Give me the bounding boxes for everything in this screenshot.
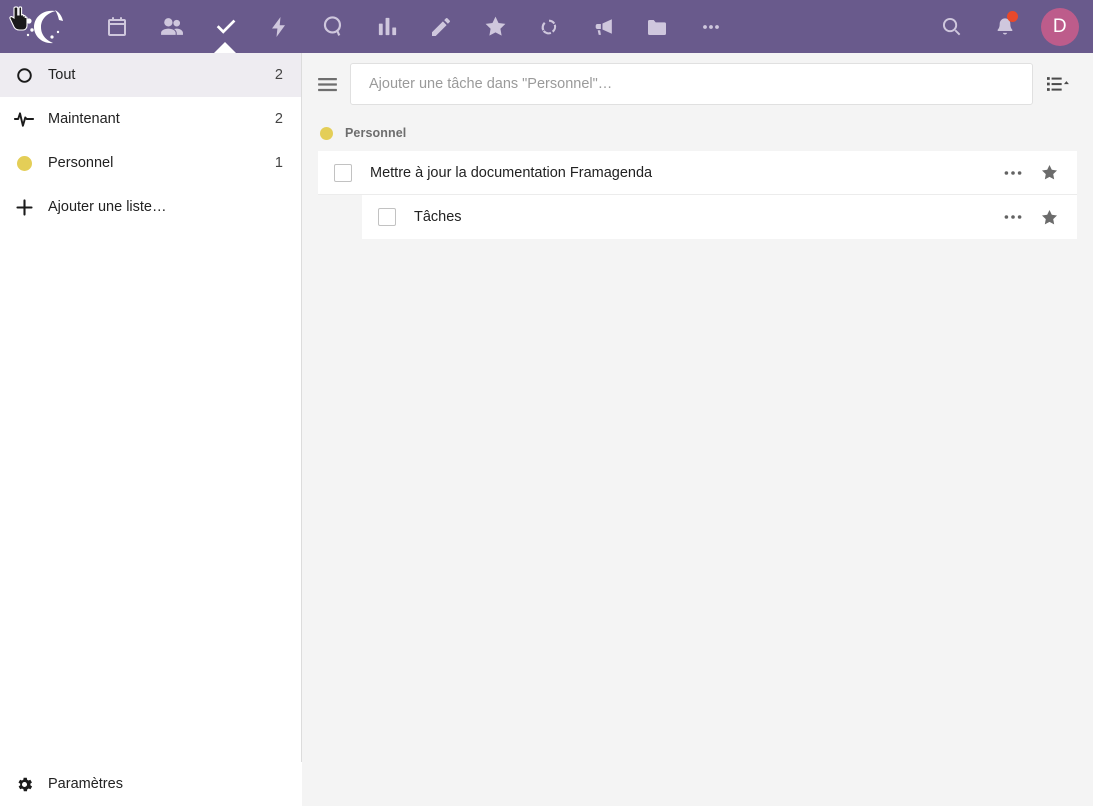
star-icon <box>1041 209 1057 224</box>
app-body: Tout 2 Maintenant 2 Personnel 1 Ajouter … <box>0 53 1093 806</box>
chart-bars-icon <box>378 17 396 36</box>
task-star-button[interactable] <box>1031 155 1067 191</box>
contacts-icon <box>160 18 183 35</box>
add-task-input[interactable] <box>350 63 1033 105</box>
table-row[interactable]: Tâches <box>362 195 1077 239</box>
nav-item-announcements[interactable] <box>576 0 630 53</box>
nav-item-calendar[interactable] <box>90 0 144 53</box>
star-icon <box>1041 164 1057 180</box>
nav-item-favorites[interactable] <box>468 0 522 53</box>
hamburger-icon <box>317 77 337 91</box>
sort-list-ascending-icon <box>1047 77 1069 91</box>
task-star-button[interactable] <box>1031 199 1067 235</box>
sidebar-item-all[interactable]: Tout 2 <box>0 53 301 97</box>
user-avatar[interactable]: D <box>1041 7 1079 46</box>
check-icon <box>216 19 235 34</box>
gear-icon <box>0 775 48 794</box>
sidebar-item-now[interactable]: Maintenant 2 <box>0 97 301 141</box>
menu-toggle-button[interactable] <box>310 67 344 101</box>
sidebar-item-count: 2 <box>274 111 283 127</box>
sort-button[interactable] <box>1037 67 1079 101</box>
nav-item-tasks[interactable] <box>198 0 252 53</box>
nav-items <box>90 0 738 53</box>
sidebar-item-settings[interactable]: Paramètres <box>0 762 302 806</box>
task-title: Tâches <box>414 209 462 225</box>
sidebar-item-personnel[interactable]: Personnel 1 <box>0 141 301 185</box>
activity-bolt-icon <box>272 16 285 37</box>
sidebar-item-add-list[interactable]: Ajouter une liste… <box>0 185 301 229</box>
main-content: Personnel Mettre à jour la documentation… <box>302 53 1093 806</box>
task-actions <box>995 199 1077 235</box>
sync-icon <box>541 19 557 34</box>
add-task-bar <box>302 53 1093 115</box>
sidebar-item-label: Maintenant <box>48 111 120 127</box>
nav-item-files[interactable] <box>630 0 684 53</box>
topbar-right-group: D <box>924 0 1093 53</box>
sidebar-item-label: Paramètres <box>48 776 123 792</box>
task-menu-button[interactable] <box>995 155 1031 191</box>
sidebar-item-count: 2 <box>274 67 283 83</box>
notifications-button[interactable] <box>978 0 1032 53</box>
ellipsis-icon <box>1004 215 1022 219</box>
nav-item-stats[interactable] <box>360 0 414 53</box>
task-title: Mettre à jour la documentation Framagend… <box>370 164 653 181</box>
sidebar-item-count: 1 <box>274 155 283 171</box>
group-title: Personnel <box>345 126 407 140</box>
sidebar-item-label: Tout <box>48 67 76 83</box>
star-icon <box>485 16 505 36</box>
task-group-header: Personnel <box>302 115 1093 151</box>
search-icon <box>942 17 960 36</box>
nav-item-sync[interactable] <box>522 0 576 53</box>
top-navigation-bar: D <box>0 0 1093 53</box>
circle-outline-icon <box>0 67 48 84</box>
sidebar: Tout 2 Maintenant 2 Personnel 1 Ajouter … <box>0 53 302 806</box>
plus-icon <box>0 198 48 217</box>
nav-item-notes[interactable] <box>414 0 468 53</box>
group-color-dot-icon <box>320 126 333 140</box>
list-color-dot-icon <box>0 155 48 171</box>
framasoft-logo-icon <box>26 9 63 43</box>
topbar-left-group <box>0 0 738 53</box>
nav-item-search-circle[interactable] <box>306 0 360 53</box>
calendar-icon <box>108 16 126 36</box>
ellipsis-icon <box>703 24 719 29</box>
search-button[interactable] <box>924 0 978 53</box>
pulse-icon <box>0 110 48 128</box>
nav-item-more[interactable] <box>684 0 738 53</box>
task-checkbox[interactable] <box>378 208 396 226</box>
folder-icon <box>648 19 666 35</box>
sidebar-list: Tout 2 Maintenant 2 Personnel 1 Ajouter … <box>0 53 301 229</box>
task-checkbox[interactable] <box>334 163 352 182</box>
app-logo[interactable] <box>0 0 90 53</box>
ellipsis-icon <box>1004 170 1022 175</box>
megaphone-icon <box>595 19 612 35</box>
pencil-icon <box>432 17 450 36</box>
notification-badge <box>1007 11 1018 22</box>
nav-item-contacts[interactable] <box>144 0 198 53</box>
task-list: Mettre à jour la documentation Framagend… <box>302 151 1093 239</box>
nav-item-activity[interactable] <box>252 0 306 53</box>
sidebar-item-label: Personnel <box>48 155 114 171</box>
search-circle-icon <box>323 16 341 36</box>
task-actions <box>995 155 1077 191</box>
sidebar-item-label: Ajouter une liste… <box>48 199 167 215</box>
task-menu-button[interactable] <box>995 199 1031 235</box>
table-row[interactable]: Mettre à jour la documentation Framagend… <box>318 151 1077 195</box>
